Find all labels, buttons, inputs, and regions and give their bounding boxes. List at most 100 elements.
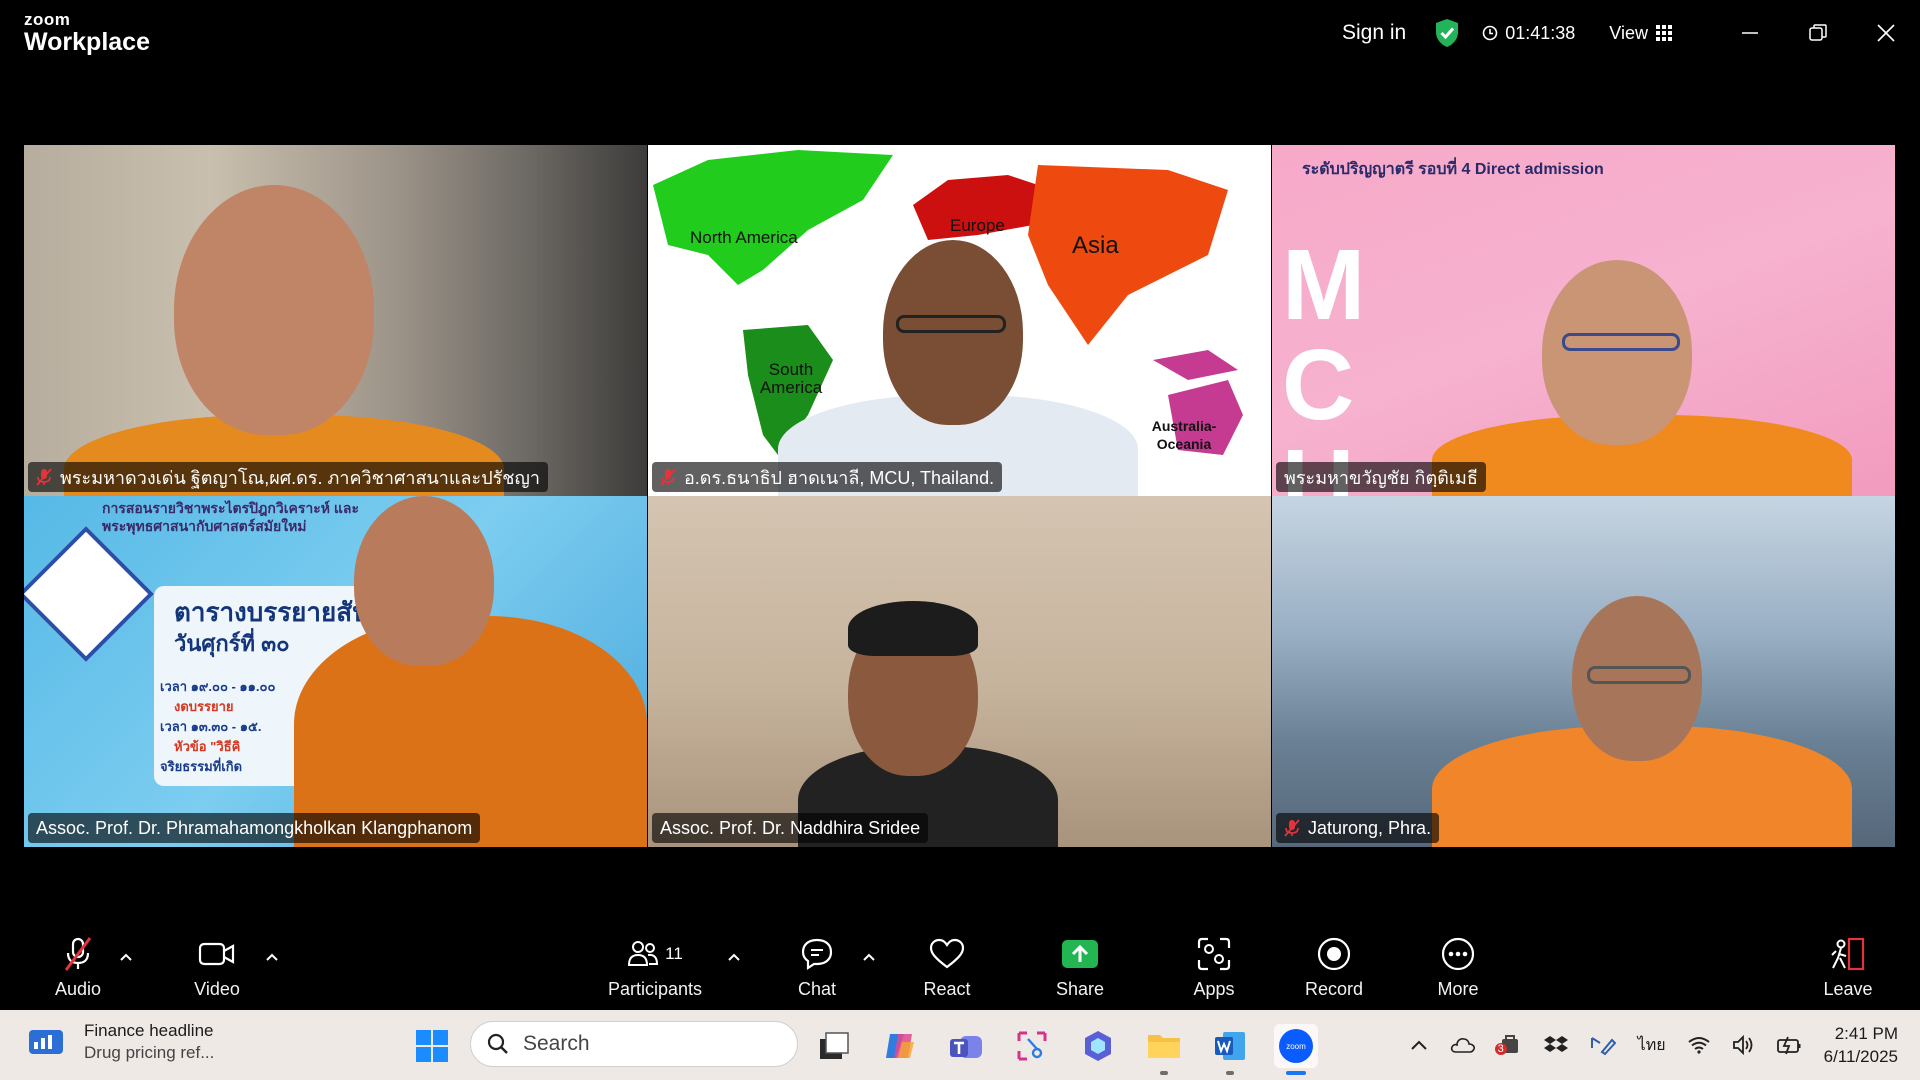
battery-charging-icon — [1776, 1036, 1801, 1055]
zoom-app-icon: zoom — [1279, 1029, 1313, 1063]
taskbar-search-box[interactable]: Search — [470, 1021, 798, 1067]
participants-label: Participants — [607, 979, 703, 999]
timer-value: 01:41:38 — [1505, 22, 1576, 43]
video-tile[interactable]: พระมหาดวงเด่น ฐิตญาโณ,ผศ.ดร. ภาควิชาศาสน… — [24, 145, 647, 496]
video-tile[interactable]: การสอนรายวิชาพระไตรปิฎกวิเคราะห์ และ พระ… — [24, 496, 647, 847]
language-pen-tray-icon[interactable] — [1590, 1034, 1616, 1056]
close-window-button[interactable] — [1852, 0, 1920, 66]
copilot-360-app[interactable] — [1076, 1024, 1120, 1068]
participant-name: อ.ดร.ธนาธิป ฮาดเนาลี, MCU, Thailand. — [684, 467, 995, 488]
glasses — [1587, 666, 1691, 684]
chat-bubble-icon — [801, 938, 833, 971]
map-label-europe: Europe — [950, 216, 1005, 235]
clock-date: 6/11/2025 — [1823, 1047, 1898, 1066]
clock-icon — [1482, 25, 1498, 41]
close-icon — [1877, 24, 1895, 42]
system-tray: 3 ไทย 2:41 PM 6/11/2025 — [1410, 1010, 1920, 1080]
search-icon — [487, 1033, 508, 1054]
tray-badge-count: 3 — [1494, 1043, 1507, 1055]
video-tile[interactable]: North America Europe Asia South America … — [648, 145, 1271, 496]
file-explorer-app[interactable] — [1142, 1024, 1186, 1075]
video-camera-icon — [198, 942, 235, 966]
more-options-icon — [1441, 937, 1475, 971]
video-tile-active-speaker[interactable]: ระดับปริญญาตรี รอบที่ 4 Direct admission… — [1272, 145, 1895, 496]
snipping-tool-app[interactable] — [1010, 1024, 1054, 1068]
clock-time: 2:41 PM — [1834, 1024, 1898, 1043]
leave-label: Leave — [1823, 979, 1873, 999]
slide-no-lecture: งดบรรยาย — [174, 699, 234, 714]
glasses — [1562, 333, 1680, 351]
glasses — [896, 315, 1006, 333]
start-button[interactable] — [410, 1024, 454, 1068]
news-widget[interactable]: Finance headline Drug pricing ref... — [28, 1020, 214, 1064]
teams-app[interactable] — [944, 1024, 988, 1068]
finance-widget-icon — [29, 1030, 63, 1054]
chat-button[interactable]: Chat — [787, 920, 847, 1010]
record-button[interactable]: Record — [1302, 920, 1366, 1010]
participant-name: พระมหาขวัญชัย กิตฺติเมธี — [1284, 467, 1478, 488]
zoom-app[interactable]: zoom — [1274, 1024, 1318, 1075]
wifi-icon — [1688, 1037, 1710, 1054]
participants-button[interactable]: 11 Participants — [600, 920, 710, 1010]
share-button[interactable]: Share — [1050, 920, 1110, 1010]
task-view-button[interactable] — [812, 1024, 856, 1068]
cloud-icon — [1450, 1038, 1475, 1053]
participant-name-tag: อ.ดร.ธนาธิป ฮาดเนาลี, MCU, Thailand. — [652, 462, 1003, 492]
speaker-volume-icon — [1732, 1035, 1753, 1055]
battery-status-icon[interactable] — [1776, 1035, 1802, 1055]
muted-mic-icon — [36, 468, 52, 486]
leave-meeting-button[interactable]: Leave — [1818, 920, 1878, 1010]
meeting-timer: 01:41:38 — [1482, 23, 1575, 44]
slide-topic-2: จริยธรรมที่เกิด — [160, 759, 243, 774]
restore-button[interactable] — [1784, 0, 1852, 66]
chevron-up-icon — [1410, 1040, 1427, 1050]
participants-options-chevron-up-icon[interactable] — [726, 950, 742, 966]
widget-subtitle: Drug pricing ref... — [84, 1043, 215, 1062]
chat-options-chevron-up-icon[interactable] — [861, 950, 877, 966]
video-tile[interactable]: Assoc. Prof. Dr. Naddhira Sridee — [648, 496, 1271, 847]
word-app[interactable] — [1208, 1024, 1252, 1075]
apps-button[interactable]: Apps — [1184, 920, 1244, 1010]
video-button[interactable]: Video — [187, 920, 247, 1010]
participant-name: Jaturong, Phra. — [1308, 817, 1432, 838]
participant-head — [354, 496, 494, 666]
word-icon — [1215, 1032, 1245, 1060]
network-status-icon[interactable] — [1688, 1036, 1710, 1054]
leave-door-icon — [1831, 937, 1865, 971]
share-label: Share — [1055, 979, 1105, 999]
volume-control-icon[interactable] — [1732, 1035, 1754, 1055]
windows-logo-icon — [416, 1030, 448, 1062]
participants-count: 11 — [665, 944, 683, 963]
video-options-chevron-up-icon[interactable] — [264, 950, 280, 966]
svg-text:zoom: zoom — [1286, 1042, 1306, 1051]
minimize-button[interactable] — [1716, 0, 1784, 66]
record-label: Record — [1304, 979, 1364, 999]
audio-button[interactable]: Audio — [48, 920, 108, 1010]
participant-head — [1542, 260, 1692, 445]
react-button[interactable]: React — [917, 920, 977, 1010]
map-label-south-america: South America — [759, 360, 823, 397]
dropbox-tray-icon[interactable] — [1543, 1034, 1568, 1056]
participants-icon — [628, 941, 659, 966]
copilot-app[interactable] — [878, 1024, 922, 1068]
banner-text: ระดับปริญญาตรี รอบที่ 4 Direct admission — [1302, 161, 1604, 178]
show-hidden-icons-button[interactable] — [1410, 1039, 1428, 1051]
notification-app-tray-icon[interactable]: 3 — [1494, 1033, 1522, 1057]
view-button[interactable]: View — [1609, 23, 1672, 44]
more-button[interactable]: More — [1428, 920, 1488, 1010]
system-clock[interactable]: 2:41 PM 6/11/2025 — [1824, 1022, 1898, 1068]
onedrive-tray-icon[interactable] — [1450, 1036, 1476, 1054]
encryption-shield-icon[interactable] — [1434, 18, 1460, 48]
logo-small-text: zoom — [24, 10, 71, 29]
video-label: Video — [194, 979, 240, 999]
video-tile[interactable]: Jaturong, Phra. — [1272, 496, 1895, 847]
zoom-workplace-logo: zoom Workplace — [24, 10, 150, 56]
pen-input-icon — [1590, 1037, 1616, 1056]
map-label-australia-oceania: Australia-Oceania — [1151, 418, 1217, 452]
minimize-icon — [1742, 32, 1758, 34]
task-view-icon — [820, 1032, 849, 1059]
audio-options-chevron-up-icon[interactable] — [118, 950, 134, 966]
input-language-indicator[interactable]: ไทย — [1638, 1033, 1666, 1058]
running-indicator — [1226, 1071, 1234, 1075]
sign-in-button[interactable]: Sign in — [1342, 21, 1406, 45]
